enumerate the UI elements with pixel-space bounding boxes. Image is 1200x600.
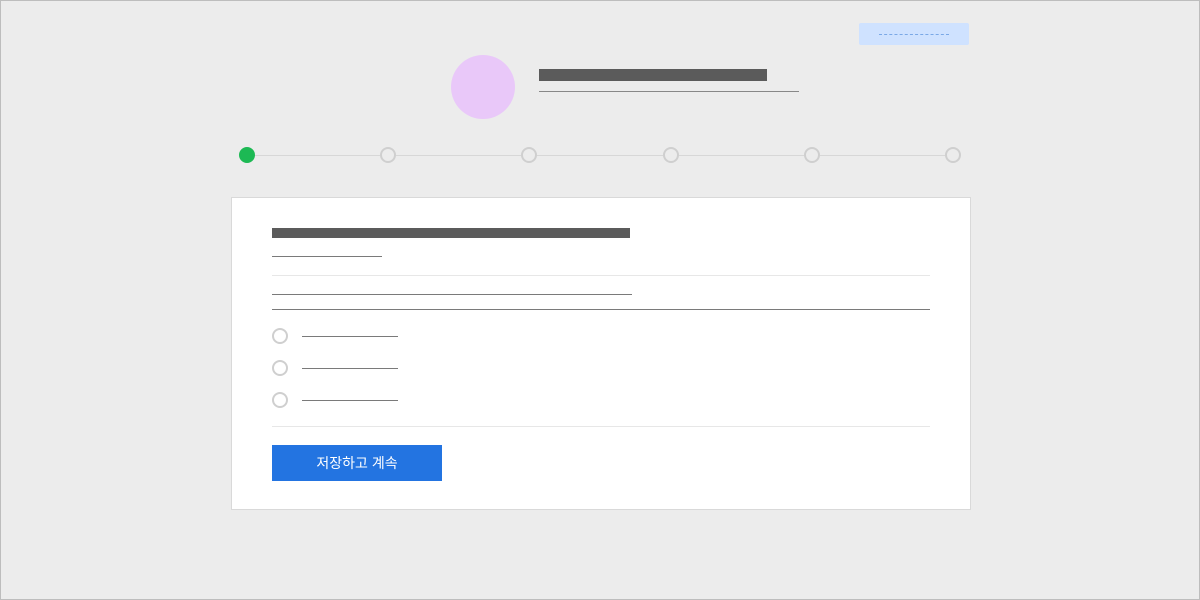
page-subtitle	[539, 92, 540, 93]
step-1[interactable]	[239, 147, 255, 163]
field-label-line	[272, 294, 632, 295]
step-5[interactable]	[804, 147, 820, 163]
title-block	[539, 55, 799, 92]
radio-option-3[interactable]	[272, 392, 930, 408]
field-value	[272, 310, 273, 311]
section-subtitle-line	[272, 256, 382, 257]
radio-option-1[interactable]	[272, 328, 930, 344]
radio-icon	[272, 360, 288, 376]
radio-icon	[272, 328, 288, 344]
radio-label-line	[302, 400, 398, 401]
step-4[interactable]	[663, 147, 679, 163]
form-field	[272, 294, 930, 310]
radio-group	[272, 328, 930, 408]
top-action-pill[interactable]	[859, 23, 969, 45]
divider	[272, 275, 930, 276]
radio-label-line	[302, 336, 398, 337]
radio-label-line	[302, 368, 398, 369]
save-continue-label: 저장하고 계속	[316, 453, 397, 473]
step-6[interactable]	[945, 147, 961, 163]
step-2[interactable]	[380, 147, 396, 163]
progress-stepper	[239, 147, 961, 163]
text-input[interactable]	[272, 309, 930, 310]
radio-option-2[interactable]	[272, 360, 930, 376]
page-header	[451, 55, 799, 119]
divider	[272, 426, 930, 427]
save-continue-button[interactable]: 저장하고 계속	[272, 445, 442, 481]
radio-icon	[272, 392, 288, 408]
avatar	[451, 55, 515, 119]
step-3[interactable]	[521, 147, 537, 163]
form-card: 저장하고 계속	[231, 197, 971, 510]
page-subtitle-line	[539, 91, 799, 92]
page-title-placeholder	[539, 69, 767, 81]
top-action-placeholder-line	[879, 34, 949, 35]
section-title-placeholder	[272, 228, 630, 238]
